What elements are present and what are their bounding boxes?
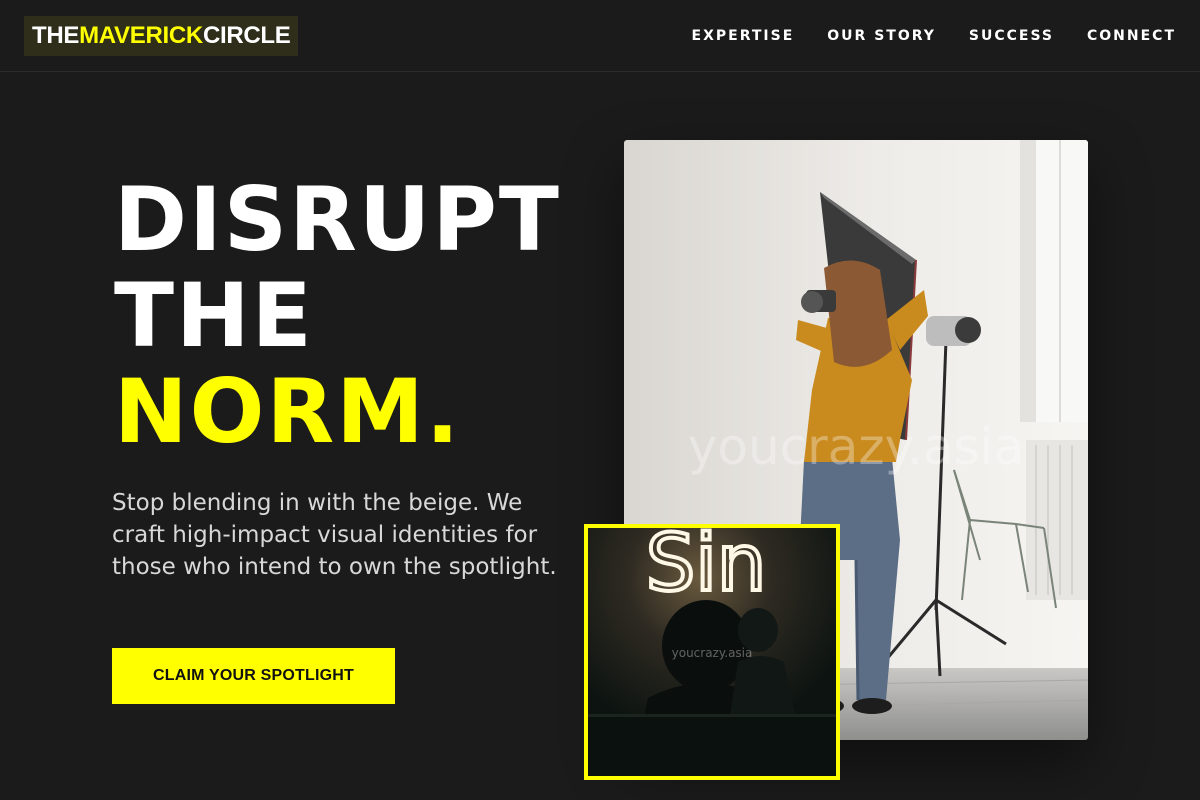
hero-headline-line-3: NORM. [114, 360, 462, 463]
nav-link-success[interactable]: SUCCESS [969, 28, 1054, 44]
nav-link-our-story[interactable]: OUR STORY [827, 28, 936, 44]
hero-lead-text: Stop blending in with the beige. We craf… [112, 490, 557, 580]
brand-logo-part-2: MAVERICK [79, 22, 203, 49]
main-nav: EXPERTISE OUR STORY SUCCESS CONNECT [692, 0, 1176, 72]
hero-headline-line-1: DISRUPT [114, 168, 561, 271]
brand-logo-part-3: CIRCLE [202, 22, 291, 49]
brand-logo-part-1: THE [32, 22, 80, 49]
nav-link-expertise[interactable]: EXPERTISE [692, 28, 795, 44]
neon-text: Sin [646, 528, 767, 609]
neon-sign-illustration: Sin [588, 528, 836, 776]
hero-headline-line-2: THE [114, 264, 314, 367]
brand-logo[interactable]: THE MAVERICK CIRCLE [24, 16, 299, 56]
hero-headline: DISRUPT THE NORM. [114, 172, 561, 460]
inset-photo-neon-sign: Sin youcrazy.asia [584, 524, 840, 780]
nav-link-connect[interactable]: CONNECT [1087, 28, 1176, 44]
site-header: THE MAVERICK CIRCLE EXPERTISE OUR STORY … [0, 0, 1200, 72]
claim-spotlight-button[interactable]: CLAIM YOUR SPOTLIGHT [112, 648, 395, 704]
